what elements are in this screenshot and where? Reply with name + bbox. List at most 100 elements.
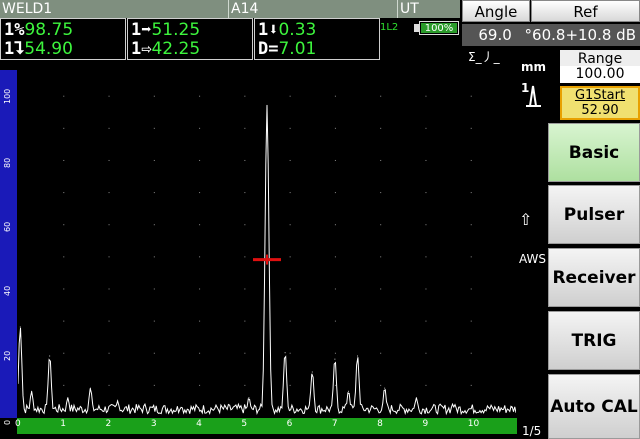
y-tick-label: 80 (3, 157, 12, 168)
grid-dot (199, 384, 201, 386)
reading-box-3: 1⬇0.33 D=7.01 (254, 18, 380, 60)
trace-peak (19, 326, 21, 328)
grid-dot (425, 224, 427, 226)
grid-dot (63, 224, 65, 226)
grid-dot (199, 288, 201, 290)
reading-label: 1⮧ (4, 39, 25, 59)
grid-dot (199, 256, 201, 258)
menu-autocal-button[interactable]: Auto CAL (548, 374, 640, 439)
grid-dot (334, 224, 336, 226)
mode-small-label: 1L2 (380, 22, 399, 33)
grid-dot (244, 192, 246, 194)
reading-label: 1➡ (131, 20, 152, 40)
grid-dot (425, 288, 427, 290)
trace-peak (334, 358, 336, 360)
grid-dot (199, 352, 201, 354)
status-bar: WELD1 A14 UT (0, 0, 460, 18)
trace-peak (311, 371, 313, 373)
grid-dot (470, 352, 472, 354)
grid-dot (153, 352, 155, 354)
angle-value: 69.0 (478, 26, 512, 44)
param-values: 69.0 °60.8+10.8 dB (462, 24, 640, 46)
grid-dot (63, 352, 65, 354)
grid-dot (289, 159, 291, 161)
grid-dot (334, 256, 336, 258)
grid-dot (425, 127, 427, 129)
menu-pulser-button[interactable]: Pulser (548, 185, 640, 244)
menu-receiver-button[interactable]: Receiver (548, 248, 640, 307)
grid-dot (425, 192, 427, 194)
grid-dot (108, 224, 110, 226)
grid-dot (153, 224, 155, 226)
mode-indicator: UT (400, 1, 419, 17)
x-tick-label: 8 (377, 419, 383, 429)
file-id: A14 (231, 1, 259, 17)
reading-label: D= (258, 39, 279, 59)
y-tick-label: 20 (3, 350, 12, 361)
range-value[interactable]: 100.00 (560, 66, 640, 83)
grid-dot (108, 256, 110, 258)
menu-basic-button[interactable]: Basic (548, 123, 640, 182)
reading-value: 51.25 (151, 20, 201, 40)
grid-dot (199, 127, 201, 129)
grid-dot (380, 95, 382, 97)
reading-value: 42.25 (151, 39, 201, 59)
grid-dot (289, 256, 291, 258)
g1-start-value: 52.90 (581, 103, 619, 118)
reading-label: 1⇨ (131, 39, 152, 59)
y-tick-label: 100 (3, 88, 12, 104)
reading-value: 54.90 (24, 39, 73, 59)
trace-peak (510, 406, 512, 408)
grid-dot (199, 224, 201, 226)
a-scan-plot (18, 95, 516, 416)
x-tick-label: 7 (331, 419, 338, 429)
reading-label: 1⬇ (258, 20, 279, 40)
grid-dot (334, 288, 336, 290)
x-tick-label: 9 (422, 419, 429, 429)
grid-dot (244, 95, 246, 97)
trace-peak (144, 403, 146, 405)
x-tick-label: 4 (196, 419, 202, 429)
grid-dot (63, 192, 65, 194)
angle-header[interactable]: Angle (462, 0, 530, 22)
grid-dot (153, 159, 155, 161)
file-name: WELD1 (2, 1, 53, 17)
x-tick-label: 1 (60, 419, 66, 429)
g1-start-box[interactable]: G1Start 52.90 (560, 86, 640, 120)
grid-dot (289, 352, 291, 354)
trace-peak (284, 352, 286, 354)
grid-dot (63, 159, 65, 161)
reading-value: 0.33 (278, 20, 317, 40)
grid-dot (470, 192, 472, 194)
grid-dot (425, 352, 427, 354)
grid-dot (289, 127, 291, 129)
g1-start-label: G1Start (574, 88, 626, 103)
ref-header[interactable]: Ref (531, 0, 640, 22)
grid-dot (289, 224, 291, 226)
menu-trig-button[interactable]: TRIG (548, 311, 640, 370)
grid-dot (244, 320, 246, 322)
grid-dot (63, 384, 65, 386)
grid-dot (108, 127, 110, 129)
y-axis: 0 20 40 60 80 100 (0, 70, 17, 425)
trace-peak (180, 406, 182, 408)
x-tick-label: 6 (286, 419, 293, 429)
x-tick-label: 3 (150, 419, 157, 429)
shift-icon: ⇧ (519, 210, 533, 229)
reading-box-2: 1➡51.25 1⇨42.25 (127, 18, 253, 60)
grid-dot (153, 320, 155, 322)
grid-dot (334, 352, 336, 354)
page-indicator: 1/5 (522, 424, 542, 438)
grid-dot (108, 352, 110, 354)
grid-dot (199, 192, 201, 194)
trace-peak (266, 104, 268, 106)
trace-peak (216, 406, 218, 408)
grid-dot (380, 256, 382, 258)
grid-dot (108, 159, 110, 161)
grid-dot (380, 352, 382, 354)
grid-dot (380, 159, 382, 161)
grid-dot (470, 256, 472, 258)
grid-dot (153, 288, 155, 290)
grid-dot (380, 192, 382, 194)
grid-dot (425, 95, 427, 97)
